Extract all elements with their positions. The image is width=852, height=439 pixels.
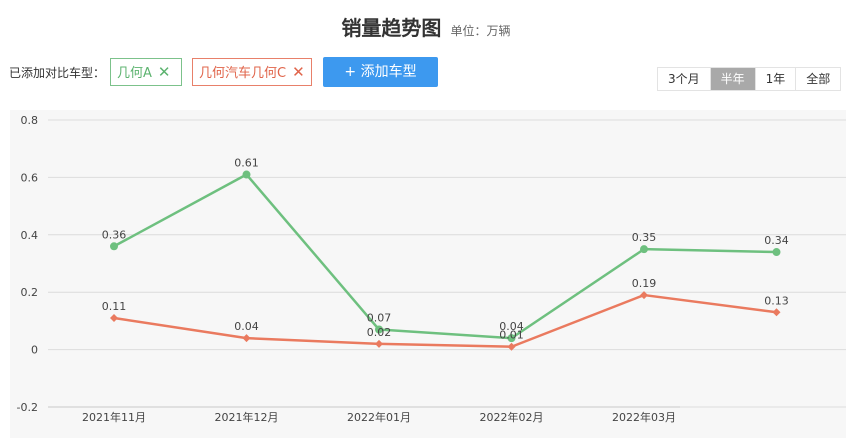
plot-background <box>10 110 846 438</box>
data-label: 0.01 <box>499 329 524 342</box>
data-label: 0.11 <box>102 300 127 313</box>
range-1-year[interactable]: 1年 <box>754 68 796 90</box>
range-3-months[interactable]: 3个月 <box>658 68 710 90</box>
data-point <box>772 248 781 257</box>
tag-label: 几何A <box>117 66 152 81</box>
y-tick-label: 0.2 <box>21 286 39 299</box>
data-label: 0.04 <box>234 320 259 333</box>
range-half-year[interactable]: 半年 <box>709 68 755 90</box>
data-label: 0.36 <box>102 228 127 241</box>
close-icon[interactable]: ✕ <box>292 63 305 81</box>
chart-title: 销量趋势图 <box>341 16 442 40</box>
compare-tag-geometry-a: 几何A ✕ <box>110 58 182 86</box>
data-label: 0.61 <box>234 157 259 170</box>
x-tick-label: 2021年11月 <box>82 410 146 424</box>
data-label: 0.07 <box>367 312 392 325</box>
data-label: 0.13 <box>764 294 789 307</box>
data-label: 0.02 <box>367 326 392 339</box>
data-label: 0.35 <box>632 231 657 244</box>
y-tick-label: 0 <box>31 344 38 357</box>
y-tick-label: 0.6 <box>21 171 39 184</box>
x-tick-label: 2022年03月 <box>612 410 676 424</box>
unit-label: 单位：万辆 <box>450 24 511 38</box>
data-label: 0.34 <box>764 234 789 247</box>
data-point <box>110 242 118 251</box>
y-tick-label: -0.2 <box>17 401 38 414</box>
title-row: 销量趋势图 单位：万辆 <box>0 12 852 41</box>
y-tick-label: 0.4 <box>21 229 39 242</box>
x-tick-label: 2021年12月 <box>215 410 279 424</box>
data-point <box>640 245 648 254</box>
sales-trend-chart: 0.8 0.6 0.4 0.2 0 -0.2 2021年11月 2021年12月 2022年01… <box>10 110 846 438</box>
data-point <box>242 170 251 179</box>
tag-label: 几何汽车几何C <box>199 66 287 81</box>
data-label: 0.19 <box>632 277 657 290</box>
range-selector: 3个月 半年 1年 全部 <box>657 67 842 91</box>
x-tick-label: 2022年01月 <box>347 410 411 424</box>
range-all[interactable]: 全部 <box>795 68 840 90</box>
compare-label: 已添加对比车型： <box>9 66 106 80</box>
x-tick-label: 2022年02月 <box>480 410 544 424</box>
compare-tag-geometry-c: 几何汽车几何C ✕ <box>192 58 312 86</box>
y-tick-label: 0.8 <box>21 114 39 127</box>
close-icon[interactable]: ✕ <box>158 63 171 81</box>
add-model-button[interactable]: + 添加车型 <box>323 57 438 87</box>
